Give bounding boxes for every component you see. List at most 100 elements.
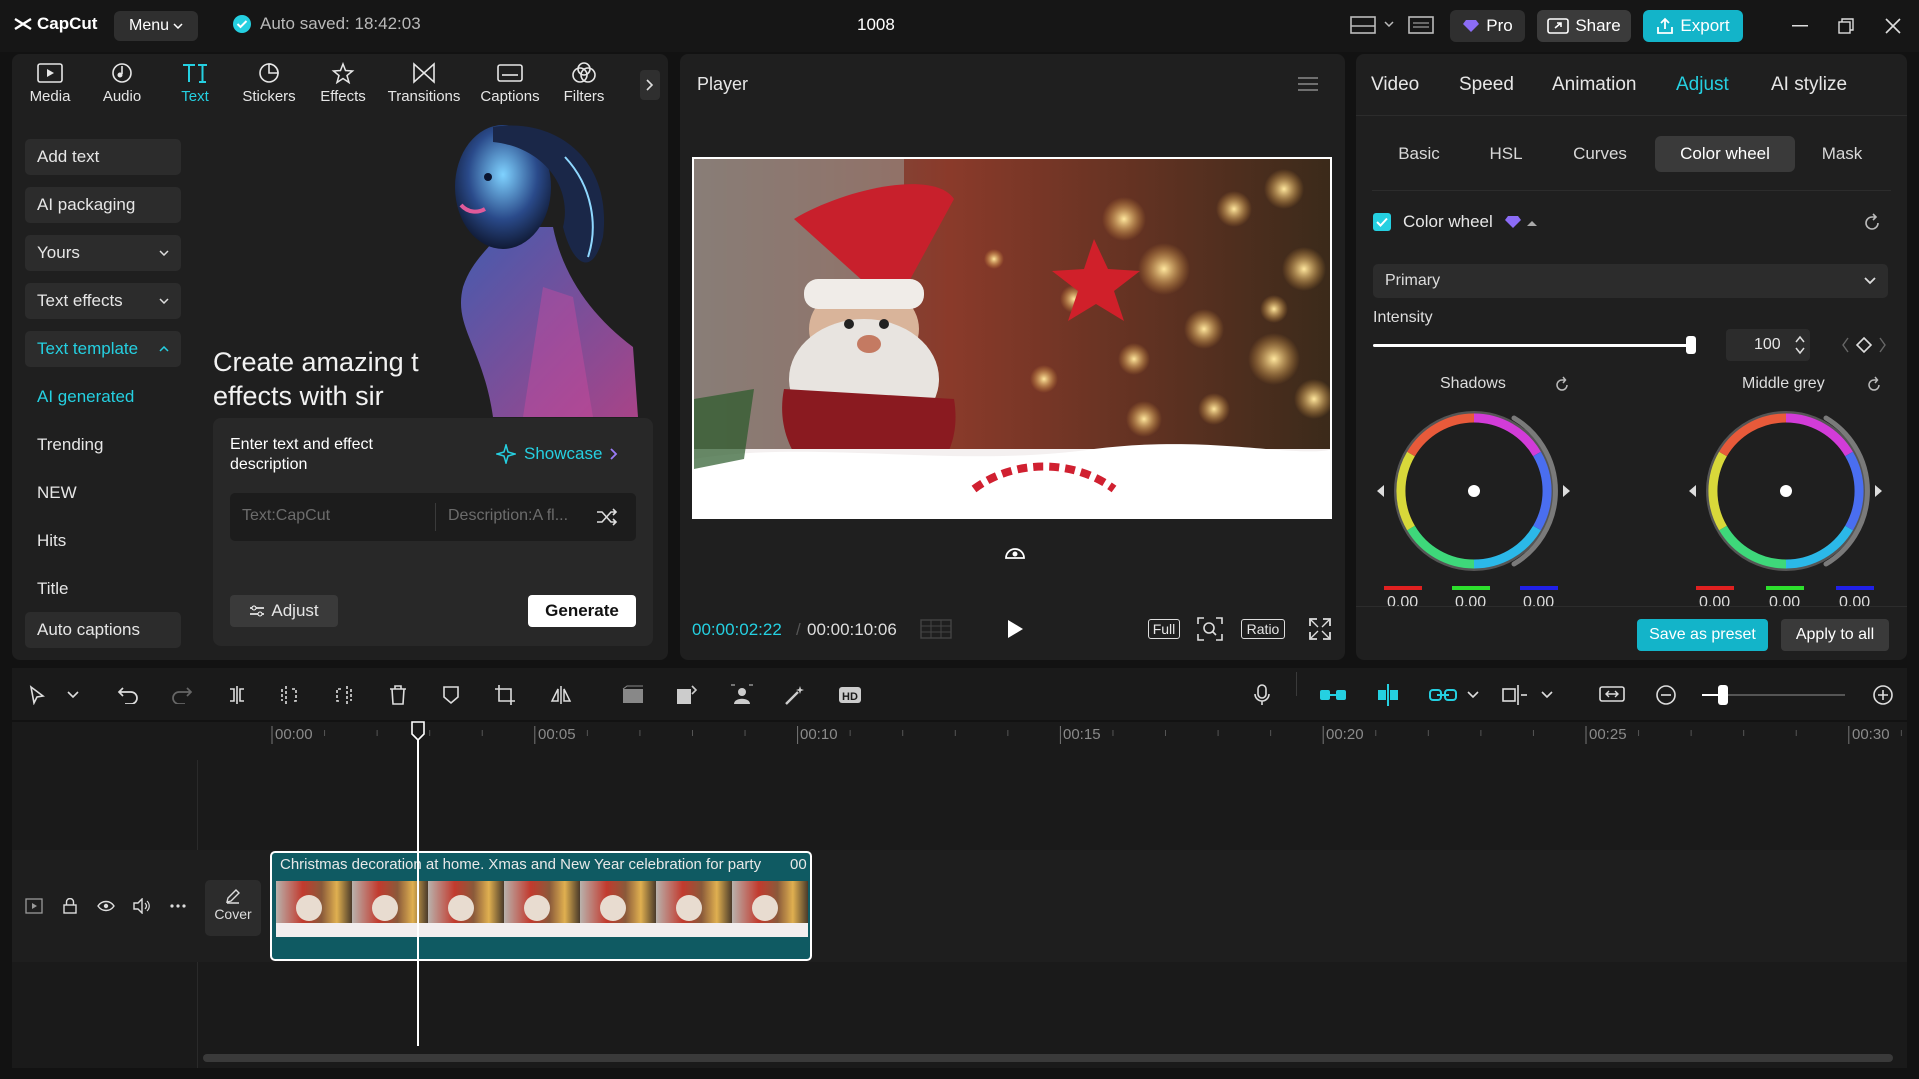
middle-grey-reset-icon[interactable]	[1865, 376, 1883, 394]
redo-icon[interactable]	[167, 680, 197, 710]
fullscreen-icon[interactable]	[1309, 618, 1331, 640]
zoom-in-icon[interactable]	[1868, 680, 1898, 710]
split-left-icon[interactable]	[275, 680, 305, 710]
linkage-chevron-icon[interactable]	[1458, 680, 1488, 710]
tab-ai-stylize[interactable]: AI stylize	[1771, 74, 1847, 96]
keyframe-icon[interactable]	[1842, 336, 1886, 354]
select-chevron-icon[interactable]	[58, 680, 88, 710]
play-button[interactable]	[1006, 619, 1024, 639]
description-input[interactable]: Description:A fl...	[448, 507, 568, 525]
track-lock-icon[interactable]	[63, 898, 77, 914]
tool-audio[interactable]: Audio	[87, 62, 157, 105]
restore-icon[interactable]	[1838, 18, 1854, 34]
layout-icon[interactable]	[1350, 15, 1376, 35]
intensity-slider-track[interactable]	[1373, 344, 1693, 347]
video-clip[interactable]: Christmas decoration at home. Xmas and N…	[270, 851, 812, 961]
tool-stickers[interactable]: Stickers	[234, 62, 304, 105]
sidebar-item-text-effects[interactable]: Text effects	[25, 283, 181, 319]
sidebar-item-hits[interactable]: Hits	[25, 523, 181, 559]
marker-icon[interactable]	[436, 680, 466, 710]
sidebar-item-new[interactable]: NEW	[25, 475, 181, 511]
tool-captions[interactable]: Captions	[470, 62, 550, 105]
subtab-hsl[interactable]: HSL	[1466, 136, 1546, 172]
generate-button[interactable]: Generate	[528, 595, 636, 627]
subtab-basic[interactable]: Basic	[1372, 136, 1466, 172]
fit-timeline-icon[interactable]	[1597, 680, 1627, 710]
close-icon[interactable]	[1885, 18, 1901, 34]
tool-effects[interactable]: Effects	[308, 62, 378, 105]
shadows-blue-value[interactable]: 0.00	[1523, 594, 1554, 606]
microphone-icon[interactable]	[1247, 680, 1277, 710]
subtab-mask[interactable]: Mask	[1802, 136, 1882, 172]
freeze-icon[interactable]	[672, 680, 702, 710]
split-icon[interactable]	[222, 680, 252, 710]
hd-icon[interactable]: HD	[836, 680, 866, 710]
sidebar-item-ai-generated[interactable]: AI generated	[25, 379, 181, 415]
sidebar-item-auto-captions[interactable]: Auto captions	[25, 612, 181, 648]
project-title[interactable]: 1008	[857, 15, 895, 35]
tool-text[interactable]: Text	[160, 62, 230, 105]
playhead-handle[interactable]	[410, 720, 426, 742]
share-button[interactable]: Share	[1537, 10, 1631, 42]
magic-icon[interactable]	[780, 680, 810, 710]
save-as-preset-button[interactable]: Save as preset	[1637, 619, 1768, 651]
zoom-out-icon[interactable]	[1651, 680, 1681, 710]
shadows-red-value[interactable]: 0.00	[1387, 594, 1418, 606]
middle-grey-red-value[interactable]: 0.00	[1699, 594, 1730, 606]
zoom-slider-knob[interactable]	[1718, 685, 1728, 705]
middle-grey-green-value[interactable]: 0.00	[1769, 594, 1800, 606]
reset-section-icon[interactable]	[1862, 213, 1882, 233]
tab-adjust[interactable]: Adjust	[1676, 74, 1729, 96]
background-icon[interactable]	[618, 680, 648, 710]
ratio-button[interactable]: Ratio	[1241, 619, 1285, 639]
preview-axis-icon[interactable]	[1500, 680, 1530, 710]
intensity-slider-knob[interactable]	[1686, 336, 1696, 354]
track-more-icon[interactable]	[170, 904, 186, 908]
tool-filters[interactable]: Filters	[549, 62, 619, 105]
shortcuts-icon[interactable]	[1408, 15, 1434, 35]
remove-bg-icon[interactable]	[727, 680, 757, 710]
pro-button[interactable]: Pro	[1450, 10, 1525, 42]
collapse-icon[interactable]	[1527, 220, 1537, 227]
tab-animation[interactable]: Animation	[1552, 74, 1637, 96]
crop-icon[interactable]	[490, 680, 520, 710]
player-menu-icon[interactable]	[1297, 76, 1319, 92]
auto-snapping-icon[interactable]	[1373, 680, 1403, 710]
frames-icon[interactable]	[920, 618, 952, 640]
subtab-curves[interactable]: Curves	[1553, 136, 1647, 172]
color-wheel-checkbox[interactable]	[1373, 213, 1391, 231]
main-track-magnet-icon[interactable]	[1318, 680, 1348, 710]
tab-video[interactable]: Video	[1371, 74, 1419, 96]
text-input[interactable]: Text:CapCut	[242, 507, 330, 525]
showcase-link[interactable]: Showcase	[496, 444, 618, 464]
shadows-reset-icon[interactable]	[1553, 376, 1571, 394]
intensity-input[interactable]: 100	[1726, 329, 1810, 361]
shadows-color-wheel[interactable]	[1377, 400, 1577, 600]
preview-axis-chevron-icon[interactable]	[1532, 680, 1562, 710]
layout-chevron-icon[interactable]	[1384, 21, 1394, 27]
sidebar-item-trending[interactable]: Trending	[25, 427, 181, 463]
menu-button[interactable]: Menu	[114, 11, 198, 41]
cover-button[interactable]: Cover	[205, 880, 261, 936]
zoom-frame-icon[interactable]	[1197, 617, 1223, 641]
video-preview[interactable]	[692, 157, 1332, 519]
shadows-green-value[interactable]: 0.00	[1455, 594, 1486, 606]
toolbar-scroll-right[interactable]	[640, 70, 660, 100]
minimize-icon[interactable]	[1792, 25, 1808, 27]
subtab-color-wheel[interactable]: Color wheel	[1655, 136, 1795, 172]
tool-media[interactable]: Media	[15, 62, 85, 105]
mirror-icon[interactable]	[546, 680, 576, 710]
select-tool-icon[interactable]	[22, 680, 52, 710]
middle-grey-blue-value[interactable]: 0.00	[1839, 594, 1870, 606]
tab-speed[interactable]: Speed	[1459, 74, 1514, 96]
sidebar-item-text-template[interactable]: Text template	[25, 331, 181, 367]
sidebar-item-add-text[interactable]: Add text	[25, 139, 181, 175]
shuffle-icon[interactable]	[596, 507, 618, 527]
full-quality-button[interactable]: Full	[1148, 619, 1180, 639]
apply-to-all-button[interactable]: Apply to all	[1781, 619, 1889, 651]
sidebar-item-ai-packaging[interactable]: AI packaging	[25, 187, 181, 223]
playhead[interactable]	[417, 730, 419, 1046]
delete-icon[interactable]	[383, 680, 413, 710]
timeline-scrollbar[interactable]	[203, 1054, 1893, 1062]
track-audio-icon[interactable]	[133, 898, 151, 914]
